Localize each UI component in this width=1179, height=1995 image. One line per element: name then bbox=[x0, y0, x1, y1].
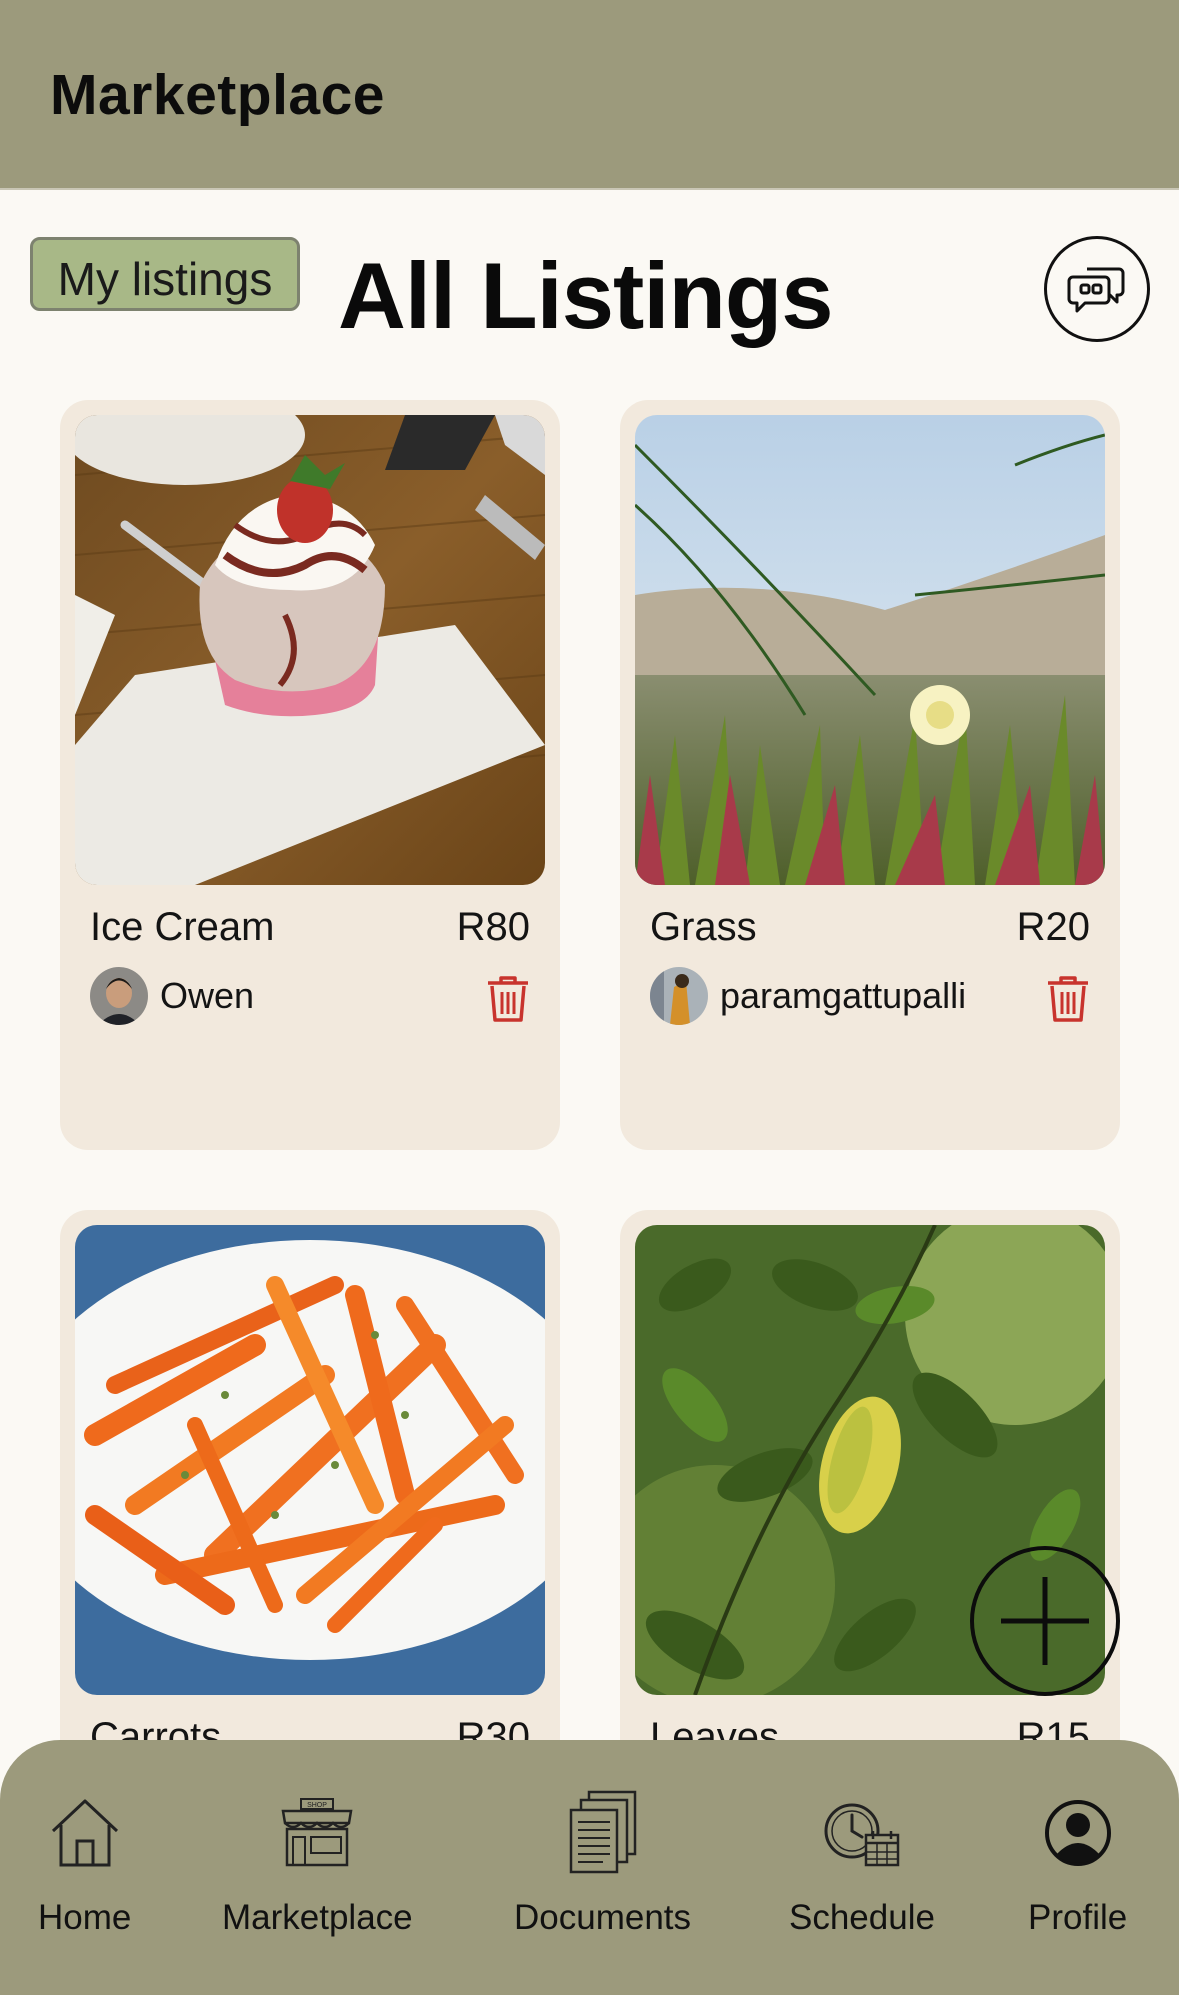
plus-icon bbox=[1001, 1577, 1089, 1665]
tab-schedule[interactable]: Schedule bbox=[789, 1790, 935, 1938]
listing-card-leaves[interactable]: Leaves R15 bbox=[620, 1210, 1120, 1810]
page-title: All Listings bbox=[338, 243, 834, 348]
svg-text:SHOP: SHOP bbox=[307, 1802, 327, 1809]
listing-card-grass[interactable]: Grass R20 paramgattupalli bbox=[620, 400, 1120, 1150]
listing-price: R80 bbox=[456, 905, 530, 949]
home-icon bbox=[51, 1799, 118, 1867]
listing-photo-carrots bbox=[75, 1225, 545, 1695]
avatar bbox=[650, 967, 708, 1025]
tab-label: Home bbox=[38, 1898, 132, 1937]
delete-button[interactable] bbox=[1046, 974, 1090, 1024]
shop-icon: SHOP bbox=[281, 1798, 353, 1867]
listing-photo-grass bbox=[635, 415, 1105, 885]
listing-photo-ice-cream bbox=[75, 415, 545, 885]
listing-card-ice-cream[interactable]: Ice Cream R80 Owen bbox=[60, 400, 560, 1150]
trash-icon bbox=[488, 976, 528, 1022]
listing-price: R20 bbox=[1016, 905, 1090, 949]
bottom-tab-bar: Home SHOP Marketplace Documents Schedule… bbox=[0, 1740, 1179, 1995]
tab-label: Profile bbox=[1028, 1898, 1128, 1937]
listing-title: Ice Cream bbox=[90, 905, 275, 949]
tab-marketplace[interactable]: SHOP Marketplace bbox=[222, 1790, 413, 1938]
profile-icon bbox=[1044, 1800, 1111, 1866]
listing-seller[interactable]: paramgattupalli bbox=[650, 967, 966, 1025]
tab-home[interactable]: Home bbox=[38, 1790, 131, 1938]
trash-icon bbox=[1048, 976, 1088, 1022]
schedule-icon bbox=[824, 1803, 900, 1867]
tab-documents[interactable]: Documents bbox=[514, 1790, 691, 1938]
tab-label: Schedule bbox=[789, 1898, 935, 1937]
chat-bubbles-icon bbox=[1067, 267, 1125, 313]
tab-label: Documents bbox=[514, 1898, 692, 1937]
delete-button[interactable] bbox=[486, 974, 530, 1024]
tab-label: Marketplace bbox=[222, 1898, 413, 1937]
add-listing-button[interactable] bbox=[970, 1546, 1120, 1696]
listing-seller[interactable]: Owen bbox=[90, 967, 254, 1025]
top-app-bar: Marketplace bbox=[0, 0, 1179, 190]
chat-button[interactable] bbox=[1044, 236, 1150, 342]
seller-name: paramgattupalli bbox=[720, 975, 967, 1016]
avatar bbox=[90, 967, 148, 1025]
listing-title: Grass bbox=[650, 905, 757, 949]
documents-icon bbox=[569, 1790, 636, 1874]
tab-profile[interactable]: Profile bbox=[1028, 1790, 1127, 1938]
seller-name: Owen bbox=[160, 975, 255, 1016]
my-listings-button[interactable]: My listings bbox=[30, 237, 300, 311]
listing-card-carrots[interactable]: Carrots R30 bbox=[60, 1210, 560, 1810]
app-bar-title: Marketplace bbox=[50, 63, 386, 127]
